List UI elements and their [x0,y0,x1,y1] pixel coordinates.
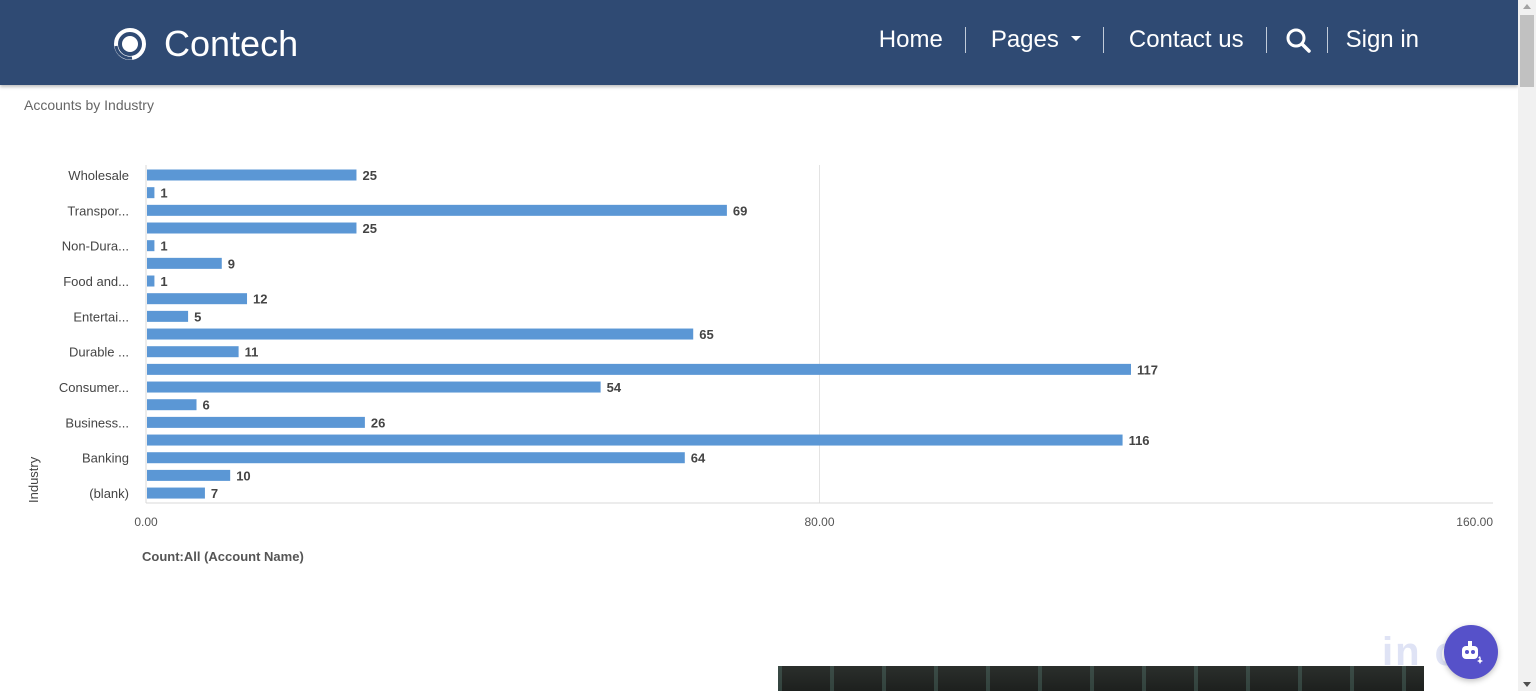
chatbot-button[interactable] [1444,625,1498,679]
bar [147,346,239,358]
bar [147,363,1131,375]
bar-data-label: 12 [253,292,267,307]
bar [147,204,727,216]
hero-photo [778,666,1424,691]
bar-data-label: 54 [607,380,622,395]
y-tick-label: (blank) [89,486,129,501]
nav-pages-label: Pages [990,26,1059,53]
scrollbar-thumb[interactable] [1520,15,1534,87]
bar [147,469,231,481]
bar [147,187,155,199]
bar-data-label: 65 [699,327,713,342]
x-tick-label: 0.00 [134,515,158,529]
bar [147,310,189,322]
bar-data-label: 25 [362,168,376,183]
bar-data-label: 64 [691,451,706,466]
bar [147,381,601,393]
nav-separator [1326,27,1328,53]
nav-pages-dropdown[interactable]: Pages [991,23,1081,57]
y-tick-label: Entertai... [73,309,129,324]
brand[interactable]: Contech [112,22,298,66]
main-nav: Home Pages Contact us Sign in [879,22,1518,58]
bar-data-label: 9 [228,256,235,271]
bar-chart: 25 Wholesale 1 69 Transpor... 25 1 Non-Dura... 9… [26,165,1493,564]
y-tick-label: Durable ... [69,345,129,360]
nav-separator [1102,27,1104,53]
nav-separator [964,27,966,53]
bar [147,434,1123,446]
top-navbar: Contech Home Pages Contact us Sign in [0,0,1518,85]
scroll-down-arrow-icon[interactable] [1523,682,1531,687]
search-icon [1286,28,1311,53]
y-tick-label: Non-Dura... [62,239,129,254]
nav-contact-link[interactable]: Contact us [1129,23,1244,57]
y-tick-label: Wholesale [68,168,129,183]
bar [147,399,197,411]
bar [147,328,694,340]
y-tick-label: Banking [82,451,129,466]
bar-data-label: 25 [362,221,376,236]
bar-data-label: 117 [1137,362,1158,377]
y-tick-label: Business... [65,415,129,430]
bar-data-label: 1 [160,186,167,201]
bar [147,416,365,428]
bar-data-label: 6 [203,398,210,413]
bar [147,222,357,234]
x-tick-label: 160.00 [1456,515,1493,529]
bar [147,452,685,464]
bar-data-label: 26 [371,415,385,430]
search-button[interactable] [1285,27,1311,53]
y-tick-label: Transpor... [67,203,129,218]
bar-data-label: 11 [245,345,259,360]
y-tick-label: Consumer... [59,380,129,395]
bar-data-label: 5 [194,309,201,324]
scroll-up-arrow-icon[interactable] [1523,4,1531,9]
sign-in-link[interactable]: Sign in [1346,23,1419,57]
bar [147,293,248,305]
bar [147,275,155,287]
bar-data-label: 7 [211,486,218,501]
bar [147,169,357,181]
bar-data-label: 69 [733,203,747,218]
chevron-down-icon [1070,36,1081,42]
bar-data-label: 10 [236,468,250,483]
nav-separator [1265,27,1267,53]
nav-home-link[interactable]: Home [879,23,943,57]
page-scrollbar[interactable] [1518,0,1536,691]
brand-name: Contech [164,23,299,64]
bar [147,257,222,269]
bar-data-label: 1 [160,239,167,254]
chart-title: Accounts by Industry [24,97,154,113]
y-tick-label: Food and... [63,274,129,289]
ring-logo-icon [114,28,146,60]
bar [147,240,155,252]
bar-data-label: 1 [160,274,167,289]
robot-icon [1462,641,1483,664]
x-axis-title: Count:All (Account Name) [142,549,304,564]
y-axis-title: Industry [26,456,41,503]
x-tick-label: 80.00 [804,515,834,529]
bar-data-label: 116 [1129,433,1150,448]
bar [147,487,205,499]
